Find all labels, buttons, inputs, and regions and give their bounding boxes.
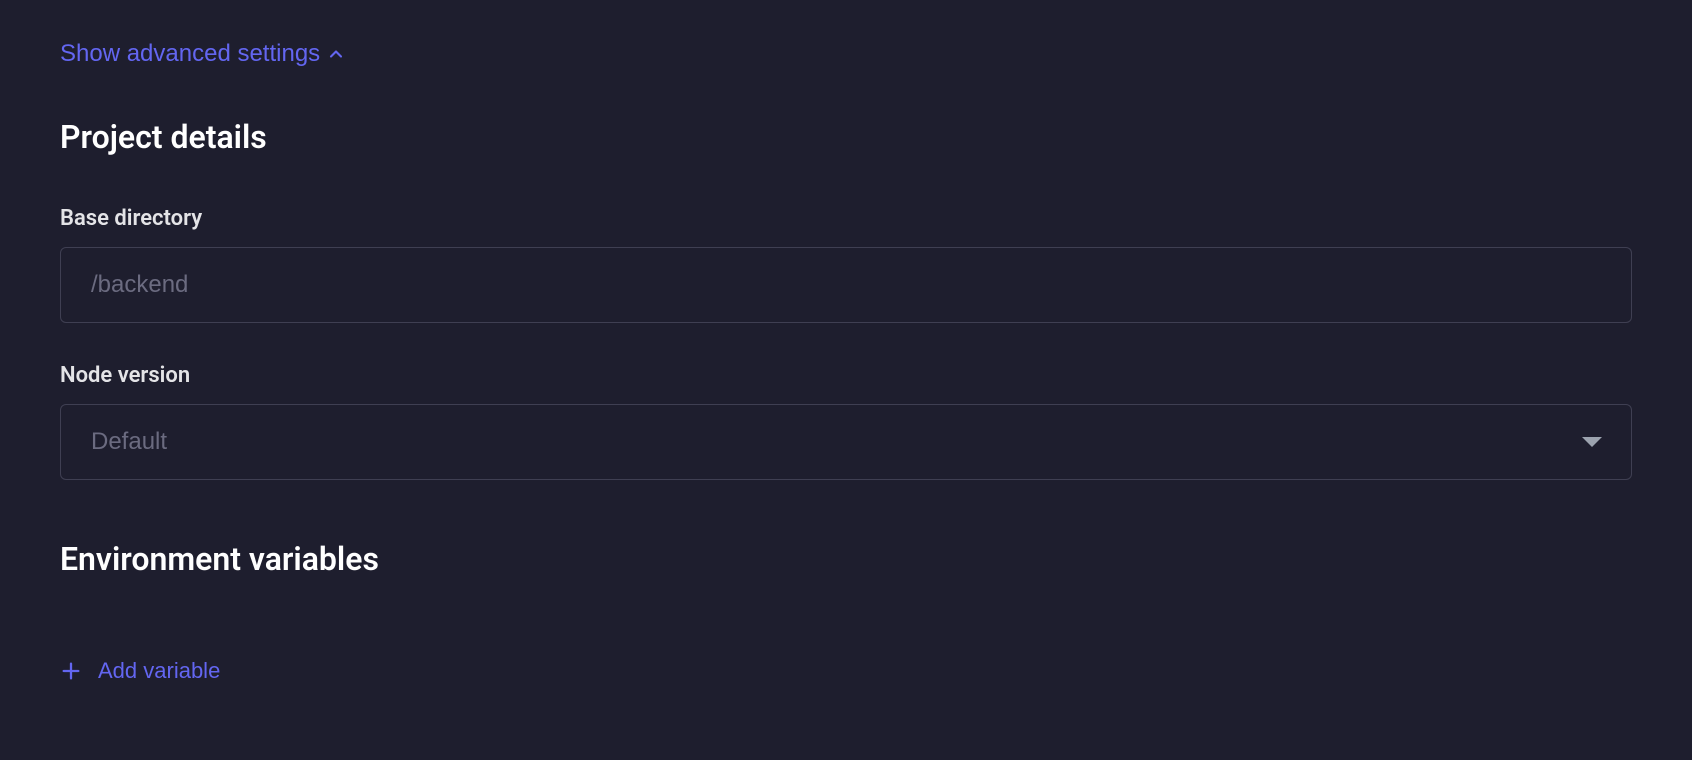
base-directory-label: Base directory <box>60 206 1632 231</box>
node-version-select[interactable]: Default <box>60 404 1632 480</box>
node-version-select-wrapper: Default <box>60 404 1632 480</box>
base-directory-field: Base directory <box>60 206 1632 323</box>
project-details-heading: Project details <box>60 118 1632 156</box>
add-variable-button[interactable]: Add variable <box>60 658 220 684</box>
chevron-up-icon <box>326 44 346 64</box>
add-variable-label: Add variable <box>98 658 220 684</box>
node-version-label: Node version <box>60 363 1632 388</box>
advanced-toggle-label: Show advanced settings <box>60 40 320 68</box>
show-advanced-settings-toggle[interactable]: Show advanced settings <box>60 40 346 68</box>
project-details-section: Project details Base directory Node vers… <box>60 118 1632 480</box>
environment-variables-section: Environment variables Add variable <box>60 540 1632 686</box>
node-version-field: Node version Default <box>60 363 1632 480</box>
environment-variables-heading: Environment variables <box>60 540 1632 578</box>
base-directory-input[interactable] <box>60 247 1632 323</box>
plus-icon <box>60 660 82 682</box>
